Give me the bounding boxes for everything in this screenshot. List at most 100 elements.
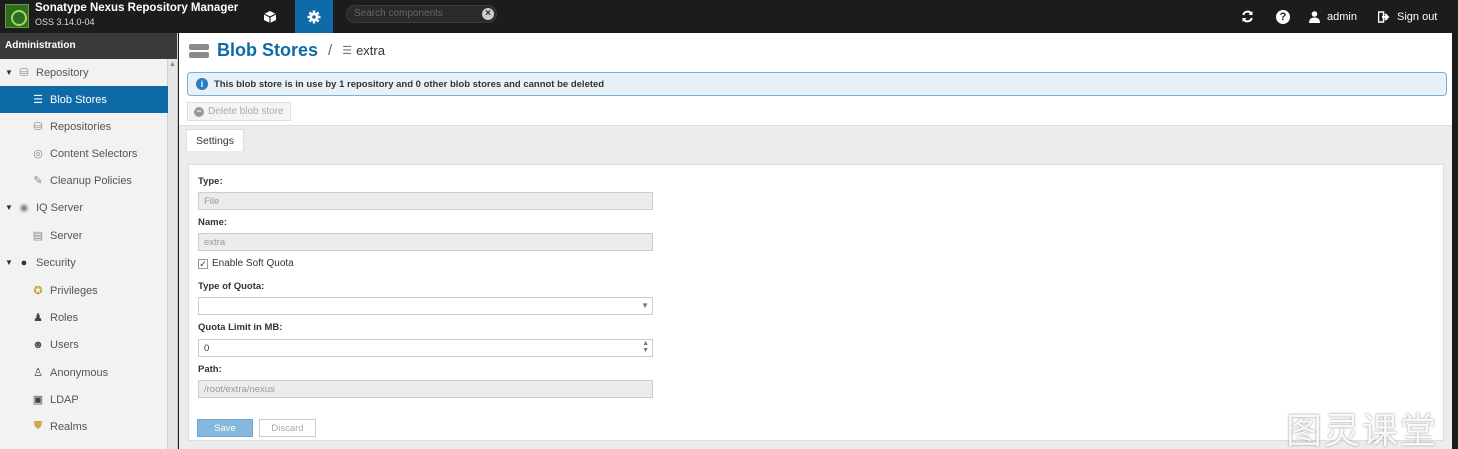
users-icon: ☻ <box>32 338 44 351</box>
soft-quota-checkbox[interactable]: ✓ <box>198 258 208 269</box>
eye-icon: ● <box>20 256 28 269</box>
sidebar-item-iq-server[interactable]: ▼ ◉ IQ Server <box>0 194 168 221</box>
quota-limit-label: Quota Limit in MB: <box>198 322 283 333</box>
spinner-icon[interactable]: ▲ ▼ <box>642 340 649 354</box>
content-selector-icon: ◎ <box>33 148 43 160</box>
blobstore-icon: ☰ <box>342 45 353 57</box>
sidebar-scrollbar[interactable] <box>167 59 177 449</box>
expand-arrow-icon[interactable]: ▼ <box>2 258 16 267</box>
app-title: Sonatype Nexus Repository Manager <box>35 2 239 14</box>
nexus-logo-icon <box>5 4 29 28</box>
search-input[interactable] <box>354 8 479 19</box>
quota-type-select[interactable]: ▼ <box>198 297 653 315</box>
sidebar-item-users[interactable]: ☻ Users <box>0 331 168 358</box>
quota-limit-input[interactable]: 0 ▲ ▼ <box>198 339 653 357</box>
sidebar-item-repository[interactable]: ▼ ⛁ Repository <box>0 59 168 86</box>
sidebar-item-ldap[interactable]: ▣ LDAP <box>0 386 168 413</box>
sidebar-item-label: IQ Server <box>36 201 84 214</box>
sidebar-item-label: Roles <box>50 311 79 324</box>
sidebar-item-label: Repository <box>36 66 89 79</box>
sidebar-item-label: Repositories <box>50 120 112 133</box>
name-label: Name: <box>198 217 228 228</box>
sidebar-item-label: Server <box>50 229 83 242</box>
help-button[interactable]: ? <box>1276 0 1290 33</box>
sidebar-item-label: Security <box>36 256 76 269</box>
administration-button[interactable] <box>295 0 333 33</box>
shield-icon: ⛊ <box>33 420 43 432</box>
user-icon <box>1309 10 1320 23</box>
sidebar-item-realms[interactable]: ⛊ Realms <box>0 413 168 440</box>
sidebar-item-label: Users <box>50 338 79 351</box>
app-version: OSS 3.14.0-04 <box>35 17 95 27</box>
soft-quota-row[interactable]: ✓ Enable Soft Quota <box>198 258 294 269</box>
delete-blob-store-button[interactable]: − Delete blob store <box>187 102 291 121</box>
sidebar-item-content-selectors[interactable]: ◎ Content Selectors <box>0 140 168 167</box>
expand-arrow-icon[interactable]: ▼ <box>2 68 16 77</box>
info-icon: i <box>196 78 208 90</box>
minus-circle-icon: − <box>194 106 204 117</box>
delete-label: Delete blob store <box>208 106 284 117</box>
sidebar-item-label: Anonymous <box>50 366 109 379</box>
breadcrumb: Blob Stores / ☰ extra <box>187 40 385 61</box>
sidebar-heading: Administration <box>0 33 177 59</box>
sidebar-item-label: LDAP <box>50 393 79 406</box>
sidebar-item-label: Realms <box>50 420 88 433</box>
sidebar-item-roles[interactable]: ♟ Roles <box>0 304 168 331</box>
iq-icon: ◉ <box>19 202 29 214</box>
user-menu[interactable]: admin <box>1309 0 1357 33</box>
chevron-down-icon[interactable]: ▼ <box>641 301 649 310</box>
info-banner: i This blob store is in use by 1 reposit… <box>187 72 1447 96</box>
server-icon: ▤ <box>32 230 44 242</box>
refresh-button[interactable] <box>1241 0 1254 33</box>
sidebar-item-repositories[interactable]: ⛁ Repositories <box>0 113 168 140</box>
sidebar: Administration ▼ ⛁ Repository ☰ Blob Sto… <box>0 33 178 449</box>
path-label: Path: <box>198 364 222 375</box>
sidebar-item-server[interactable]: ▤ Server <box>0 222 168 249</box>
book-icon: ▣ <box>32 394 44 406</box>
sidebar-item-anonymous[interactable]: ♙ Anonymous <box>0 359 168 386</box>
breadcrumb-separator: / <box>328 42 333 59</box>
window-edge <box>1452 33 1458 449</box>
main-content: Blob Stores / ☰ extra i This blob store … <box>179 33 1452 449</box>
sidebar-item-privileges[interactable]: ✪ Privileges <box>0 277 168 304</box>
sidebar-item-label: Blob Stores <box>50 93 107 106</box>
role-icon: ♟ <box>33 312 43 324</box>
path-field: /root/extra/nexus <box>198 380 653 398</box>
sign-out-label: Sign out <box>1397 10 1438 23</box>
name-field: extra <box>198 233 653 251</box>
blobstore-icon: ☰ <box>33 94 43 106</box>
user-icon: ♙ <box>33 367 43 379</box>
settings-form: Type: File Name: extra ✓ Enable Soft Quo… <box>188 164 1444 441</box>
help-icon: ? <box>1276 9 1290 24</box>
page-title[interactable]: Blob Stores <box>217 40 318 61</box>
sidebar-item-label: Privileges <box>50 284 98 297</box>
sidebar-item-security[interactable]: ▼ ● Security <box>0 249 168 276</box>
breadcrumb-current: extra <box>356 43 385 58</box>
search-box[interactable]: × <box>346 5 497 23</box>
clear-search-icon[interactable]: × <box>482 8 494 20</box>
type-label: Type: <box>198 176 223 187</box>
sign-out-icon <box>1378 10 1390 23</box>
save-button[interactable]: Save <box>197 419 253 437</box>
gear-icon <box>307 10 321 23</box>
discard-button[interactable]: Discard <box>259 419 316 437</box>
blobstore-icon <box>187 41 211 61</box>
info-message: This blob store is in use by 1 repositor… <box>214 78 605 90</box>
sidebar-item-label: Cleanup Policies <box>50 174 132 187</box>
brush-icon: ✎ <box>33 175 43 187</box>
watermark: 图灵课堂 <box>1286 411 1439 449</box>
sign-out-button[interactable]: Sign out <box>1378 0 1437 33</box>
quota-limit-value: 0 <box>204 343 210 354</box>
quota-type-label: Type of Quota: <box>198 281 265 292</box>
sidebar-item-blob-stores[interactable]: ☰ Blob Stores <box>0 86 168 113</box>
sidebar-item-label: Content Selectors <box>50 147 138 160</box>
tab-bar: Settings <box>179 125 1452 152</box>
expand-arrow-icon[interactable]: ▼ <box>2 203 16 212</box>
browse-button[interactable] <box>251 0 289 33</box>
sidebar-item-cleanup-policies[interactable]: ✎ Cleanup Policies <box>0 167 168 194</box>
username: admin <box>1327 10 1357 23</box>
type-field: File <box>198 192 653 210</box>
database-icon: ⛁ <box>19 67 29 79</box>
refresh-icon <box>1242 10 1253 23</box>
tab-settings[interactable]: Settings <box>186 129 244 152</box>
